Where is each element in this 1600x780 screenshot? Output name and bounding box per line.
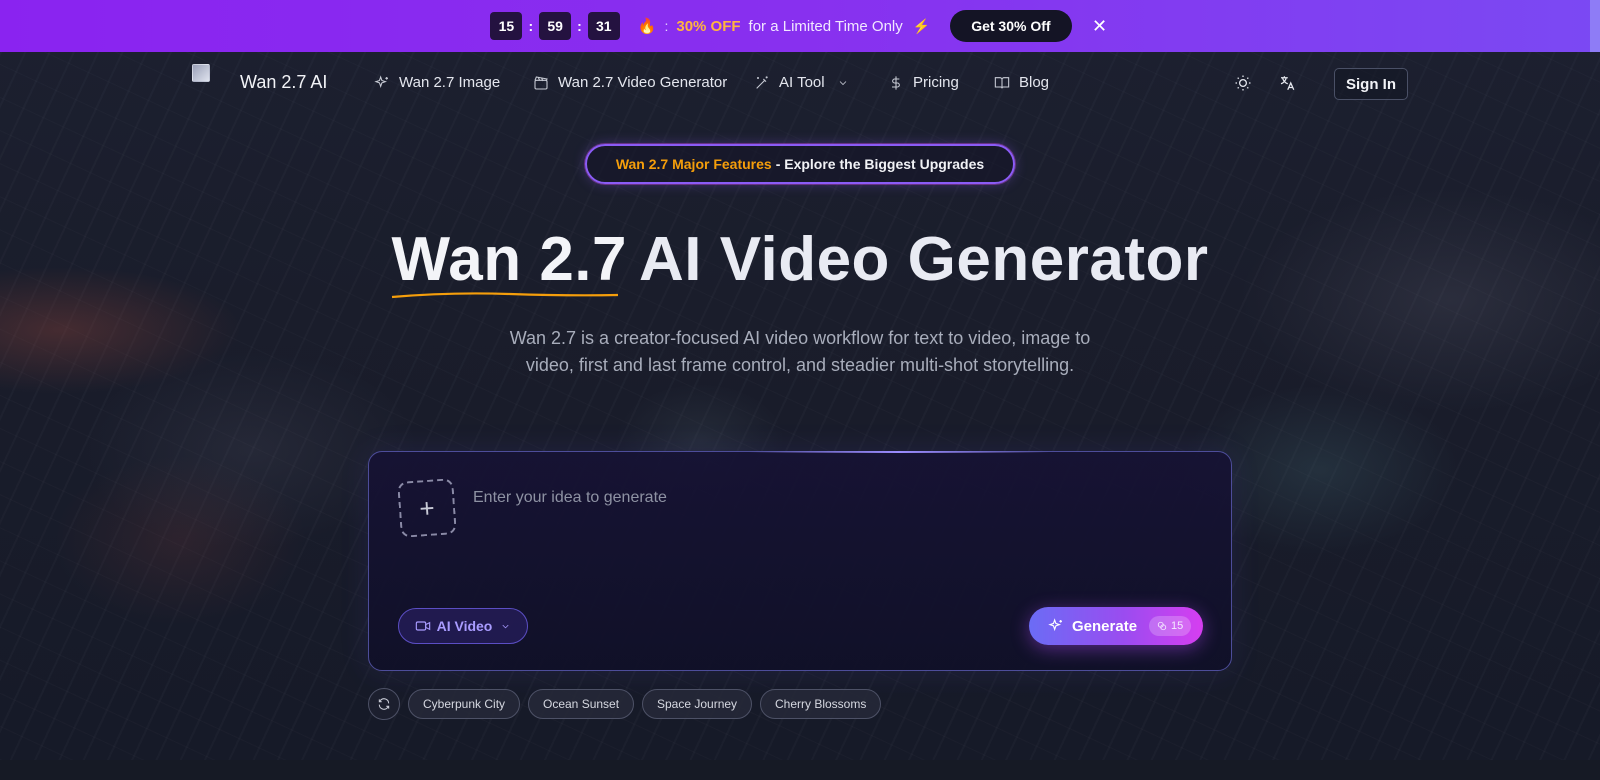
logo-image[interactable] [192, 64, 210, 82]
upload-image-button[interactable]: + [397, 478, 457, 538]
close-icon[interactable]: ✕ [1090, 16, 1110, 37]
theme-toggle-button[interactable] [1232, 72, 1254, 94]
suggestion-chip[interactable]: Ocean Sunset [528, 689, 635, 719]
clapperboard-icon [534, 75, 548, 90]
nav-item-label: Wan 2.7 Video Generator [558, 74, 728, 91]
nav-item-label: AI Tool [779, 74, 825, 91]
generate-label: Generate [1072, 617, 1138, 635]
nav-item-video-generator[interactable]: Wan 2.7 Video Generator [533, 74, 727, 91]
promo-cta-button[interactable]: Get 30% Off [950, 10, 1072, 42]
chevron-down-icon [839, 80, 846, 85]
card-top-glow [749, 451, 1049, 453]
plus-icon: + [418, 492, 436, 523]
suggestion-chip[interactable]: Cyberpunk City [408, 689, 521, 719]
translate-icon [1280, 76, 1295, 91]
timer-seconds: 31 [587, 12, 620, 40]
title-part-2: AI Video Generator [639, 225, 1209, 294]
refresh-icon [378, 698, 390, 710]
nav-item-label: Pricing [913, 74, 959, 91]
title-part-1: Wan 2.7 [391, 225, 628, 294]
nav-item-ai-tool[interactable]: AI Tool [754, 74, 849, 91]
coin-icon [1157, 621, 1167, 631]
dollar-icon [892, 75, 900, 90]
language-button[interactable] [1276, 72, 1298, 94]
video-camera-icon [415, 621, 430, 631]
prompt-input[interactable] [473, 478, 1193, 518]
timer-hours: 15 [490, 12, 523, 40]
credit-badge: 15 [1149, 616, 1192, 636]
timer-separator: : [577, 18, 582, 34]
nav-item-label: Blog [1019, 74, 1050, 91]
suggestion-chip[interactable]: Cherry Blossoms [760, 689, 882, 719]
page-bottom-strip [0, 760, 1600, 780]
sparkles-icon [374, 74, 388, 88]
timer-minutes: 59 [539, 12, 572, 40]
promo-colon: : [664, 18, 669, 34]
nav-item-blog[interactable]: Blog [994, 74, 1049, 91]
generate-button[interactable]: Generate 15 [1029, 607, 1203, 645]
nav-item-label: Wan 2.7 Image [399, 74, 501, 91]
feature-highlight: Wan 2.7 Major Features [615, 156, 772, 172]
feature-text: - Explore the Biggest Upgrades [775, 156, 985, 172]
promo-banner: 15 : 59 : 31 🔥 : 30% OFF for a Limited T… [0, 0, 1600, 52]
nav-item-image[interactable]: Wan 2.7 Image [374, 74, 500, 91]
page-title: Wan 2.7 AI Video Generator [0, 224, 1600, 299]
suggestion-chip[interactable]: Space Journey [642, 689, 753, 719]
title-highlight: Wan 2.7 [391, 224, 628, 299]
sparkles-icon [1048, 618, 1062, 632]
feature-announcement-pill[interactable]: Wan 2.7 Major Features - Explore the Big… [585, 144, 1015, 184]
promo-edge [1590, 0, 1600, 52]
sign-in-button[interactable]: Sign In [1334, 68, 1408, 100]
page-subtitle: Wan 2.7 is a creator-focused AI video wo… [509, 328, 1091, 375]
title-underline [391, 292, 618, 299]
sun-icon [1235, 75, 1251, 91]
refresh-suggestions-button[interactable] [368, 688, 400, 720]
chevron-down-icon [502, 624, 509, 628]
lightning-icon: ⚡ [912, 17, 931, 34]
book-icon [994, 76, 1010, 88]
fire-icon: 🔥 [637, 18, 657, 35]
brand-name[interactable]: Wan 2.7 AI [240, 72, 327, 93]
nav-item-pricing[interactable]: Pricing [888, 74, 959, 91]
mode-label: AI Video [436, 618, 493, 634]
credit-count: 15 [1171, 620, 1184, 632]
promo-text: for a Limited Time Only [748, 17, 903, 35]
promo-discount: 30% OFF [676, 17, 741, 35]
top-nav: Wan 2.7 AI Wan 2.7 Image Wan 2.7 Video G… [0, 52, 1600, 116]
timer-separator: : [528, 18, 534, 34]
mode-select-button[interactable]: AI Video [398, 608, 528, 644]
magic-wand-icon [756, 75, 768, 89]
prompt-card: + AI Video Generate 15 [368, 451, 1232, 671]
